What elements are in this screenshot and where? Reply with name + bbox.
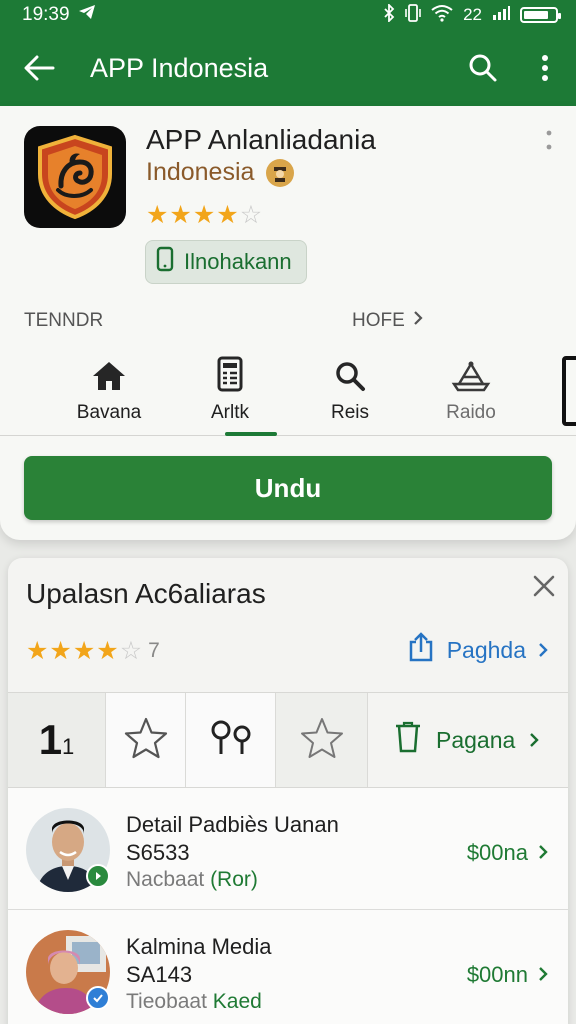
verified-badge-icon xyxy=(86,864,110,888)
filter-count[interactable]: 11 xyxy=(8,693,106,787)
star-filled-icon: ★ xyxy=(146,201,169,229)
filter-link-label: Pagana xyxy=(436,726,516,753)
home-icon xyxy=(59,352,159,396)
star-filled-icon: ★ xyxy=(96,637,119,665)
download-button[interactable]: Undu xyxy=(24,456,552,520)
search-icon xyxy=(300,352,400,396)
star-filled-icon: ★ xyxy=(192,201,216,229)
more-label: HOFE xyxy=(352,310,405,331)
star-outline-icon: ☆ xyxy=(239,201,263,229)
install-label: Ilnohakann xyxy=(184,249,292,274)
close-icon[interactable] xyxy=(532,574,556,603)
chevron-right-icon xyxy=(538,637,548,664)
review-price[interactable]: $00na xyxy=(467,840,548,866)
radio-icon xyxy=(421,352,521,396)
filter-star-1[interactable] xyxy=(106,693,186,787)
bluetooth-icon xyxy=(383,2,395,27)
app-rating-stars: ★ ★ ★ ★ ☆ xyxy=(146,200,262,230)
filter-row: 11 Pagana xyxy=(8,692,568,788)
star-outline-icon xyxy=(123,716,169,765)
star-filled-icon: ★ xyxy=(216,201,239,229)
document-icon xyxy=(180,352,280,396)
reviewer-sub: Tieobaat Kaed xyxy=(126,990,262,1013)
app-bar: APP Indonesia xyxy=(0,30,576,106)
reviews-rating: ★ ★ ★ ★ ☆ 7 xyxy=(26,636,160,666)
trend-row: TENNDR HOFE xyxy=(24,310,424,332)
tab-search[interactable]: Reis xyxy=(300,352,400,424)
trash-icon xyxy=(394,720,422,760)
verified-badge-icon xyxy=(86,986,110,1010)
tab-home[interactable]: Bavana xyxy=(59,352,159,424)
share-icon xyxy=(407,632,435,668)
reviews-rating-stars: ★ ★ ★ ★ ☆ xyxy=(26,636,142,666)
rating-count: 7 xyxy=(148,639,160,662)
filter-link[interactable]: Pagana xyxy=(368,693,568,787)
app-detail-card: APP Anlanliadania Indonesia ★ ★ ★ ★ ☆ Ilnoha… xyxy=(0,106,576,540)
more-vert-icon[interactable] xyxy=(528,51,562,85)
card-more-icon[interactable] xyxy=(546,130,552,155)
search-icon[interactable] xyxy=(466,51,500,85)
star-filled-icon: ★ xyxy=(72,637,96,665)
tab-radio[interactable]: Raido xyxy=(421,352,521,424)
people-icon xyxy=(206,718,256,763)
reviewer-code: SA143 xyxy=(126,962,193,987)
tab-article[interactable]: Arltk xyxy=(180,352,280,424)
list-item[interactable]: Detail Padbiès Uanan S6533 Nacbaat (Ror)… xyxy=(8,788,568,910)
battery-icon xyxy=(520,7,561,23)
help-link[interactable]: Paghda xyxy=(407,632,548,668)
tab-label: Raido xyxy=(446,402,496,423)
star-filled-icon: ★ xyxy=(169,201,192,229)
vibrate-icon xyxy=(405,3,421,27)
reviewer-code: S6533 xyxy=(126,840,190,865)
star-outline-icon xyxy=(299,716,345,765)
star-filled-icon: ★ xyxy=(26,637,49,665)
install-chip[interactable]: Ilnohakann xyxy=(145,240,307,284)
network-label: 22 xyxy=(463,5,482,24)
category-tabs: Bavana Arltk Reis Raido xyxy=(0,352,576,436)
publisher-avatar-icon xyxy=(266,158,295,187)
app-name: APP Anlanliadania xyxy=(146,124,376,155)
telegram-icon xyxy=(78,4,96,26)
chevron-right-icon xyxy=(413,310,423,332)
status-bar: 19:39 22 xyxy=(0,0,576,30)
chevron-right-icon xyxy=(538,840,548,866)
chevron-right-icon xyxy=(538,962,548,988)
phone-icon xyxy=(156,246,174,278)
filter-number: 11 xyxy=(38,716,75,763)
signal-icon xyxy=(492,5,510,26)
star-filled-icon: ★ xyxy=(49,637,72,665)
reviews-title: Upalasn Ac6aliaras xyxy=(26,578,266,609)
help-label: Paghda xyxy=(446,636,526,663)
tab-indicator xyxy=(225,432,277,436)
tab-label: Bavana xyxy=(76,402,142,423)
page-title: APP Indonesia xyxy=(90,52,269,83)
tab-label: Reis xyxy=(330,402,369,423)
publisher-row[interactable]: Indonesia xyxy=(146,158,295,187)
back-arrow-icon[interactable] xyxy=(22,51,56,85)
reviewer-name: Detail Padbiès Uanan xyxy=(126,812,339,837)
reviews-card: Upalasn Ac6aliaras ★★★★☆ 7 Paghda 11 xyxy=(8,558,568,1024)
star-outline-icon: ☆ xyxy=(119,637,143,665)
app-logo-icon[interactable] xyxy=(24,126,126,228)
reviewer-name: Kalmina Media xyxy=(126,934,272,959)
status-time: 19:39 xyxy=(22,4,70,25)
more-link[interactable]: HOFE xyxy=(352,310,423,332)
chevron-right-icon xyxy=(529,727,540,754)
filter-star-2[interactable] xyxy=(276,693,368,787)
side-handle[interactable] xyxy=(562,356,576,426)
review-price[interactable]: $00nn xyxy=(467,962,548,988)
list-item[interactable]: Kalmina Media SA143 Tieobaat Kaed $00nn xyxy=(8,910,568,1024)
trend-label: TENNDR xyxy=(24,310,104,331)
review-list: Detail Padbiès Uanan S6533 Nacbaat (Ror)… xyxy=(8,788,568,1024)
wifi-icon xyxy=(431,4,453,27)
reviewer-sub: Nacbaat (Ror) xyxy=(126,868,258,891)
publisher-name: Indonesia xyxy=(146,158,255,186)
filter-people[interactable] xyxy=(186,693,276,787)
tab-label: Arltk xyxy=(211,402,249,423)
